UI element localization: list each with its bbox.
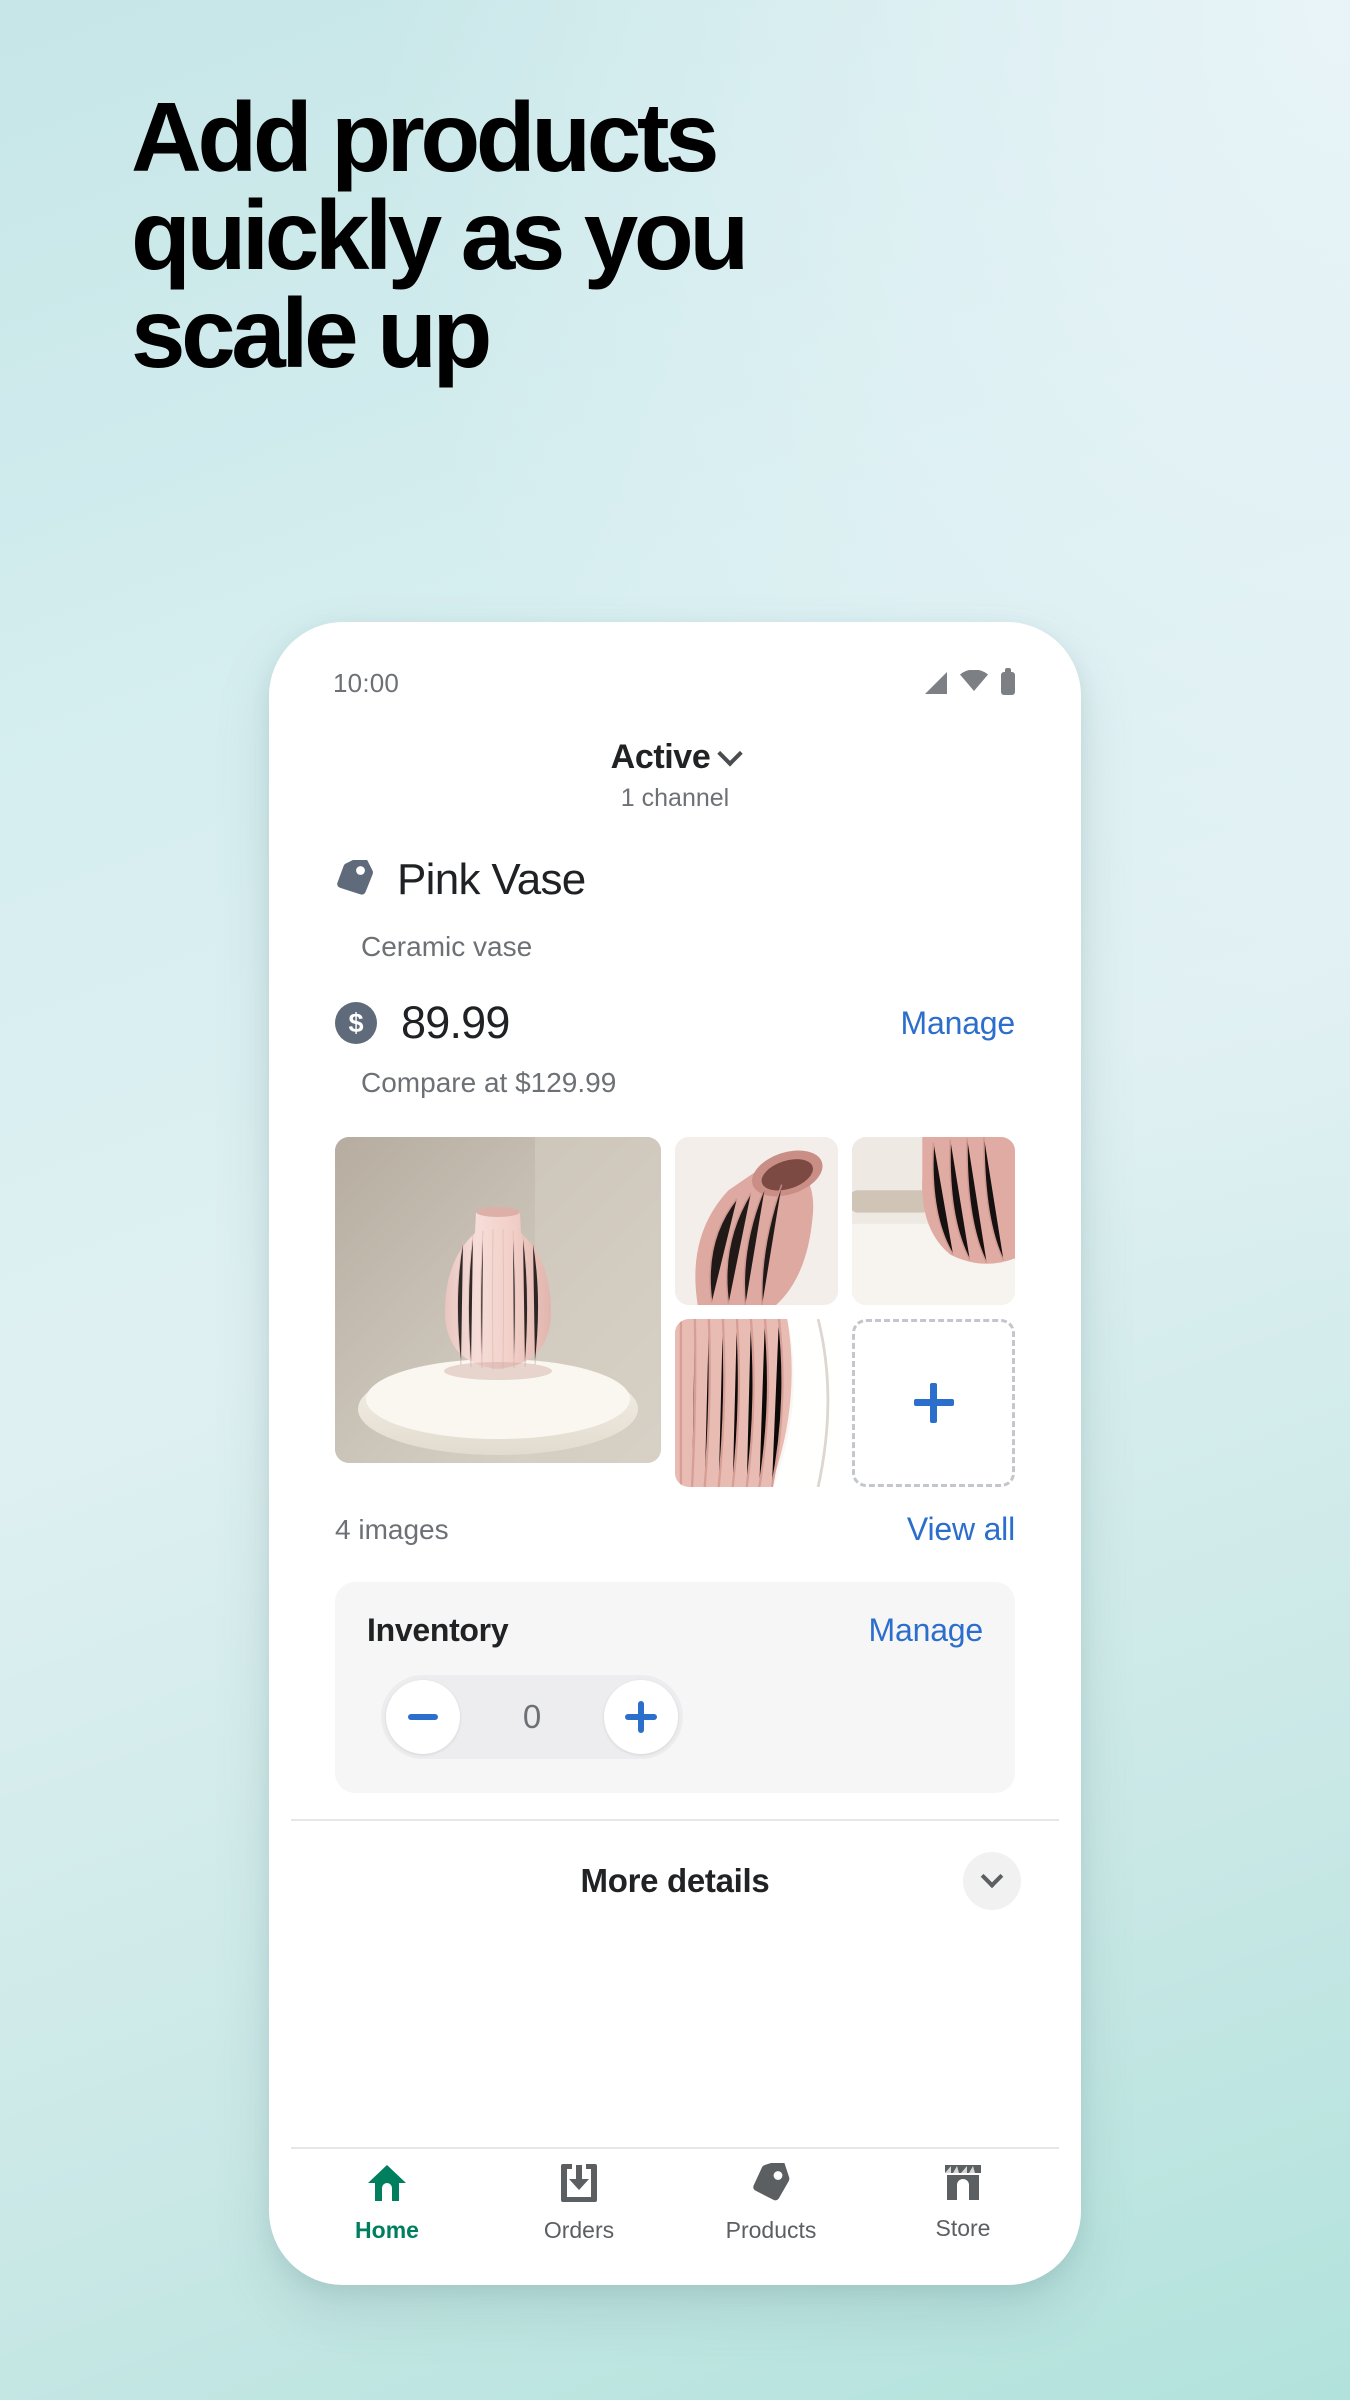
inventory-increment-button[interactable] (603, 1680, 678, 1754)
product-title: Pink Vase (397, 855, 586, 904)
chevron-down-icon (717, 740, 744, 766)
product-status-label: Active (610, 738, 711, 776)
product-status-dropdown[interactable]: Active (610, 738, 744, 777)
product-price: 89.99 (401, 997, 510, 1048)
price-row: $ 89.99 Manage (291, 963, 1059, 1049)
inventory-quantity-value: 0 (522, 1698, 542, 1735)
image-gallery (291, 1099, 1059, 1487)
image-count-label: 4 images (335, 1513, 449, 1545)
nav-item-products[interactable]: Products (675, 2160, 867, 2244)
bottom-navigation: Home Orders Products Store (291, 2147, 1059, 2263)
inventory-decrement-button[interactable] (386, 1680, 460, 1754)
status-bar-icons (925, 667, 1015, 696)
minus-icon (408, 1714, 438, 1720)
phone-mockup: 10:00 Active 1 channel Pink Vase Ceramic… (269, 622, 1081, 2285)
gallery-main-image[interactable] (335, 1137, 661, 1463)
tag-icon (751, 2160, 791, 2208)
status-bar: 10:00 (291, 644, 1059, 722)
screen-content: Active 1 channel Pink Vase Ceramic vase (291, 722, 1059, 2147)
product-title-row: Pink Vase (291, 813, 1059, 905)
more-details-expand-button[interactable] (963, 1852, 1021, 1910)
product-subtitle: Ceramic vase (361, 931, 533, 962)
nav-item-store[interactable]: Store (867, 2163, 1059, 2242)
plus-icon (624, 1701, 657, 1733)
inventory-manage-link[interactable]: Manage (869, 1612, 984, 1649)
status-bar-time: 10:00 (333, 667, 400, 698)
inventory-quantity-stepper: 0 (381, 1675, 683, 1759)
phone-screen: 10:00 Active 1 channel Pink Vase Ceramic… (291, 644, 1059, 2263)
gallery-thumb-3[interactable] (852, 1137, 1015, 1305)
view-all-images-link[interactable]: View all (907, 1511, 1015, 1548)
gallery-footer: 4 images View all (291, 1487, 1059, 1548)
add-image-button[interactable] (852, 1319, 1015, 1487)
home-icon (366, 2163, 408, 2208)
signal-icon (925, 672, 947, 694)
chevron-down-icon (980, 1865, 1004, 1889)
compare-at-price: Compare at $129.99 (361, 1067, 617, 1098)
tag-icon (335, 855, 375, 901)
storefront-icon (943, 2163, 983, 2206)
page-headline: Add products quickly as you scale up (131, 82, 749, 388)
nav-label-products: Products (725, 2217, 817, 2243)
gallery-thumb-4[interactable] (675, 1319, 838, 1487)
price-manage-link[interactable]: Manage (901, 1005, 1016, 1042)
inventory-title: Inventory (367, 1612, 509, 1648)
dollar-icon: $ (335, 1002, 377, 1044)
battery-icon (1001, 667, 1015, 695)
nav-item-orders[interactable]: Orders (483, 2163, 675, 2244)
nav-label-orders: Orders (543, 2217, 615, 2243)
nav-item-home[interactable]: Home (291, 2163, 483, 2244)
orders-inbox-icon (560, 2163, 598, 2208)
more-details-section[interactable]: More details (291, 1819, 1059, 1941)
channel-header: Active 1 channel (291, 722, 1059, 813)
inventory-header: Inventory Manage (367, 1612, 983, 1649)
inventory-card: Inventory Manage 0 (335, 1582, 1015, 1793)
wifi-icon (960, 669, 988, 696)
gallery-thumb-2[interactable] (675, 1137, 838, 1305)
more-details-label: More details (580, 1862, 770, 1899)
nav-label-home: Home (355, 2217, 419, 2243)
gallery-thumbnails (675, 1137, 1015, 1487)
nav-label-store: Store (935, 2215, 991, 2241)
plus-icon (913, 1383, 954, 1423)
channel-count-label: 1 channel (620, 784, 730, 812)
